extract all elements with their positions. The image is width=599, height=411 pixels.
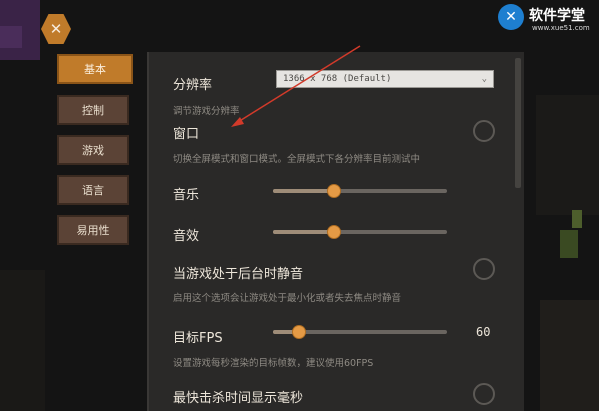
watermark-url: www.xue51.com xyxy=(532,24,590,32)
annotation-arrow xyxy=(231,45,361,127)
watermark: ✕ 软件学堂 www.xue51.com xyxy=(498,4,598,36)
watermark-logo: ✕ xyxy=(498,4,524,30)
watermark-name: 软件学堂 xyxy=(529,8,585,24)
